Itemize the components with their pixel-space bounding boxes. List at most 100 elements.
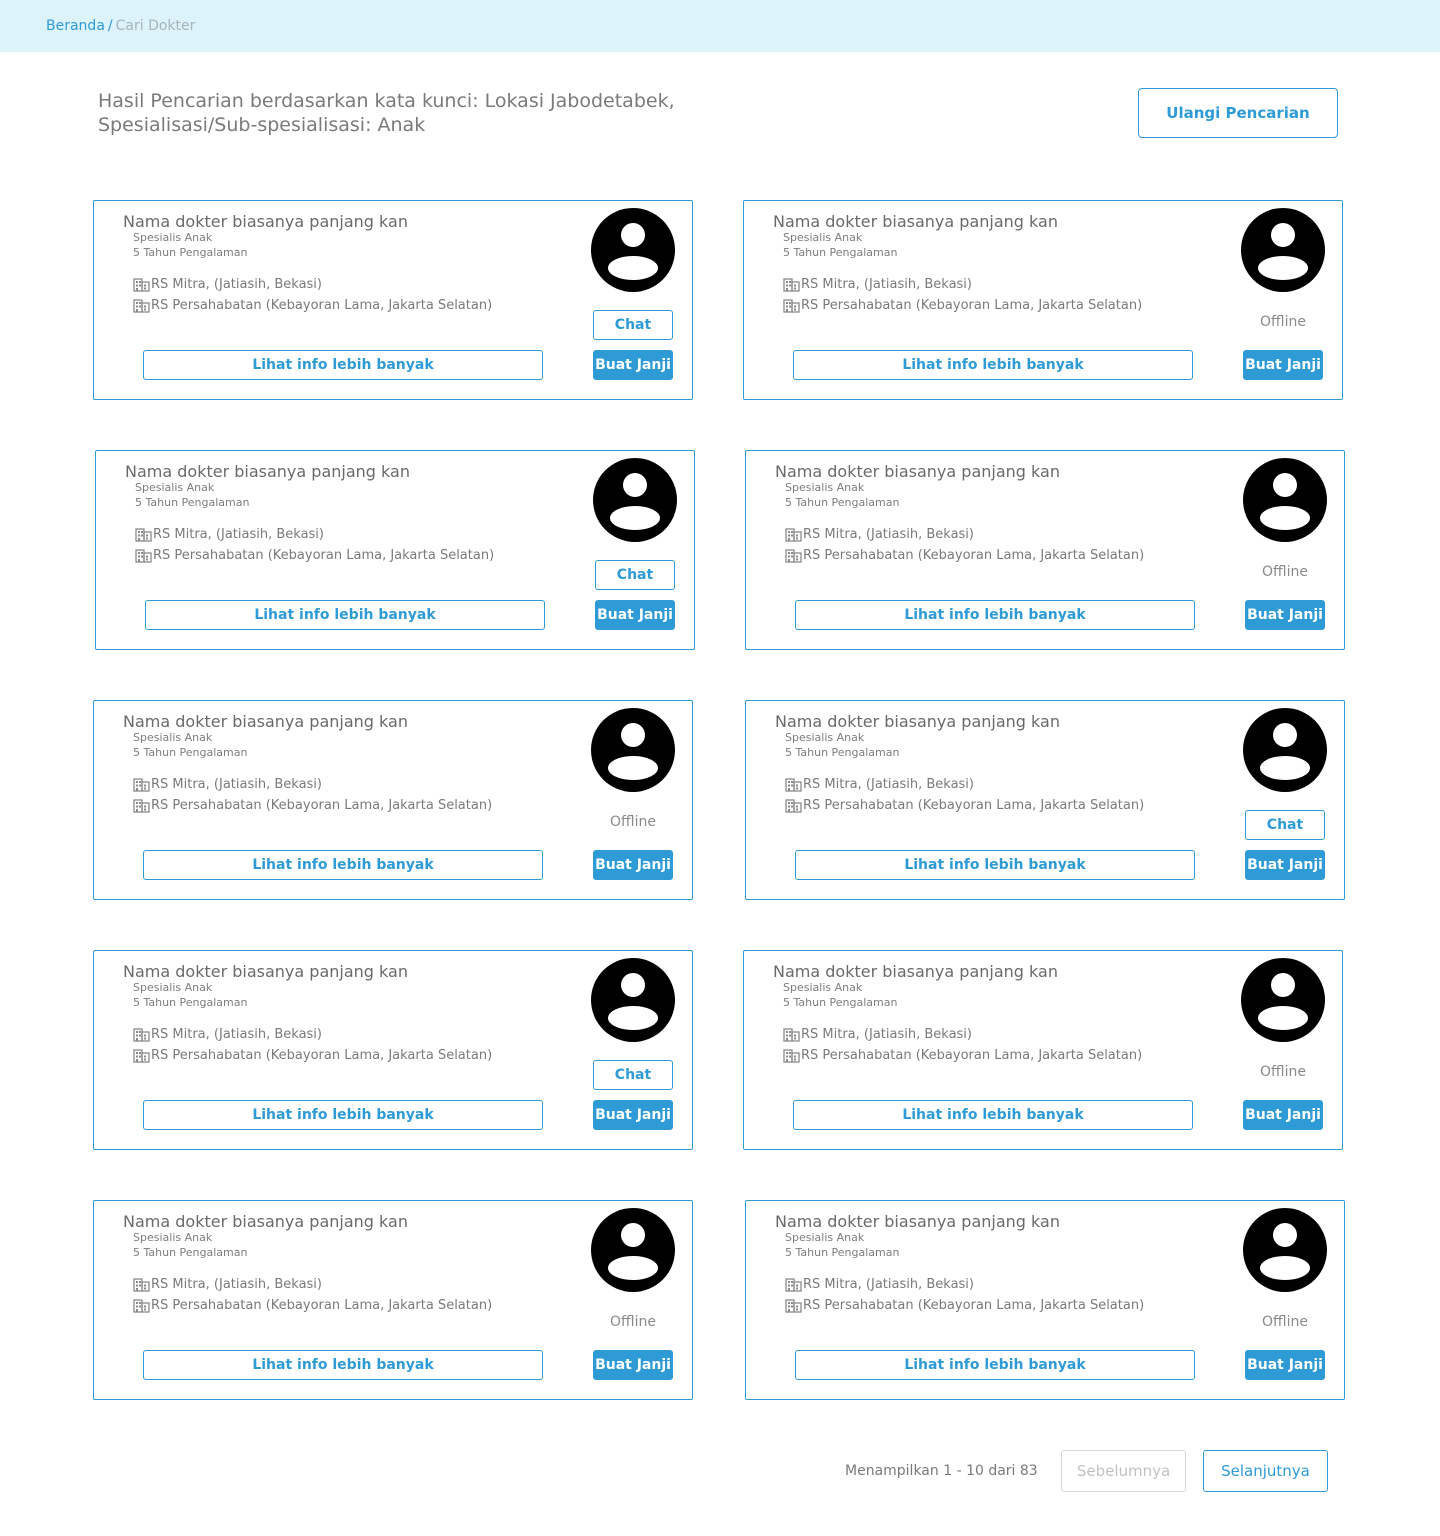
hospital-name: RS Mitra, (Jatiasih, Bekasi) — [803, 1277, 974, 1292]
offline-status: Offline — [610, 1314, 656, 1330]
hospital-item: RS Persahabatan (Kebayoran Lama, Jakarta… — [783, 1047, 1142, 1064]
building-icon — [783, 1027, 800, 1042]
account-circle-icon — [591, 208, 675, 292]
doctor-experience: 5 Tahun Pengalaman — [783, 996, 898, 1009]
building-icon — [133, 1298, 150, 1313]
hospital-name: RS Persahabatan (Kebayoran Lama, Jakarta… — [151, 1298, 493, 1313]
account-circle-icon — [1241, 208, 1325, 292]
chat-button[interactable]: Chat — [593, 1060, 673, 1090]
previous-page-button[interactable]: Sebelumnya — [1061, 1450, 1186, 1492]
retry-search-button[interactable]: Ulangi Pencarian — [1138, 88, 1338, 138]
building-icon — [785, 777, 802, 792]
account-circle-icon — [593, 458, 677, 542]
offline-status: Offline — [1262, 1314, 1308, 1330]
hospital-item: RS Mitra, (Jatiasih, Bekasi) — [133, 1026, 322, 1043]
more-info-button[interactable]: Lihat info lebih banyak — [795, 1350, 1195, 1380]
more-info-button[interactable]: Lihat info lebih banyak — [145, 600, 545, 630]
book-appointment-button[interactable]: Buat Janji — [1243, 1100, 1323, 1130]
offline-status: Offline — [1260, 314, 1306, 330]
hospital-name: RS Mitra, (Jatiasih, Bekasi) — [801, 277, 972, 292]
book-appointment-button[interactable]: Buat Janji — [1243, 350, 1323, 380]
doctor-specialty: Spesialis Anak — [133, 731, 213, 744]
doctor-name: Nama dokter biasanya panjang kan — [775, 1212, 1060, 1231]
next-page-button[interactable]: Selanjutnya — [1203, 1450, 1328, 1492]
hospital-item: RS Mitra, (Jatiasih, Bekasi) — [785, 1276, 974, 1293]
doctor-name: Nama dokter biasanya panjang kan — [773, 962, 1058, 981]
hospital-name: RS Mitra, (Jatiasih, Bekasi) — [801, 1027, 972, 1042]
offline-status: Offline — [1262, 564, 1308, 580]
doctor-specialty: Spesialis Anak — [133, 1231, 213, 1244]
account-circle-icon — [591, 708, 675, 792]
top-bar: Beranda / Cari Dokter — [0, 0, 1440, 52]
building-icon — [785, 527, 802, 542]
more-info-button[interactable]: Lihat info lebih banyak — [143, 850, 543, 880]
more-info-button[interactable]: Lihat info lebih banyak — [143, 1100, 543, 1130]
hospital-name: RS Persahabatan (Kebayoran Lama, Jakarta… — [803, 798, 1145, 813]
doctor-specialty: Spesialis Anak — [133, 981, 213, 994]
hospital-item: RS Persahabatan (Kebayoran Lama, Jakarta… — [133, 797, 492, 814]
more-info-button[interactable]: Lihat info lebih banyak — [793, 1100, 1193, 1130]
building-icon — [133, 798, 150, 813]
more-info-button[interactable]: Lihat info lebih banyak — [795, 850, 1195, 880]
search-result-heading: Hasil Pencarian berdasarkan kata kunci: … — [98, 89, 798, 137]
hospital-name: RS Mitra, (Jatiasih, Bekasi) — [151, 1277, 322, 1292]
book-appointment-button[interactable]: Buat Janji — [593, 350, 673, 380]
chat-button[interactable]: Chat — [593, 310, 673, 340]
hospital-item: RS Mitra, (Jatiasih, Bekasi) — [783, 276, 972, 293]
doctor-specialty: Spesialis Anak — [785, 1231, 865, 1244]
building-icon — [783, 1048, 800, 1063]
doctor-name: Nama dokter biasanya panjang kan — [123, 212, 408, 231]
hospital-name: RS Mitra, (Jatiasih, Bekasi) — [803, 527, 974, 542]
hospital-name: RS Persahabatan (Kebayoran Lama, Jakarta… — [151, 1048, 493, 1063]
account-circle-icon — [1241, 958, 1325, 1042]
breadcrumb-home-link[interactable]: Beranda — [46, 18, 105, 34]
doctor-specialty: Spesialis Anak — [783, 231, 863, 244]
building-icon — [783, 277, 800, 292]
hospital-name: RS Persahabatan (Kebayoran Lama, Jakarta… — [803, 548, 1145, 563]
doctor-card: Nama dokter biasanya panjang kan Spesiali… — [93, 200, 693, 400]
chat-button[interactable]: Chat — [595, 560, 675, 590]
hospital-item: RS Persahabatan (Kebayoran Lama, Jakarta… — [133, 297, 492, 314]
hospital-name: RS Persahabatan (Kebayoran Lama, Jakarta… — [803, 1298, 1145, 1313]
book-appointment-button[interactable]: Buat Janji — [593, 850, 673, 880]
account-circle-icon — [1243, 1208, 1327, 1292]
book-appointment-button[interactable]: Buat Janji — [595, 600, 675, 630]
more-info-button[interactable]: Lihat info lebih banyak — [795, 600, 1195, 630]
more-info-button[interactable]: Lihat info lebih banyak — [793, 350, 1193, 380]
hospital-item: RS Persahabatan (Kebayoran Lama, Jakarta… — [785, 547, 1144, 564]
doctor-name: Nama dokter biasanya panjang kan — [775, 712, 1060, 731]
building-icon — [135, 548, 152, 563]
chat-button[interactable]: Chat — [1245, 810, 1325, 840]
doctor-card: Nama dokter biasanya panjang kan Spesiali… — [745, 700, 1345, 900]
more-info-button[interactable]: Lihat info lebih banyak — [143, 1350, 543, 1380]
hospital-item: RS Mitra, (Jatiasih, Bekasi) — [133, 1276, 322, 1293]
book-appointment-button[interactable]: Buat Janji — [1245, 850, 1325, 880]
building-icon — [783, 298, 800, 313]
hospital-name: RS Persahabatan (Kebayoran Lama, Jakarta… — [153, 548, 495, 563]
building-icon — [133, 1027, 150, 1042]
doctor-card: Nama dokter biasanya panjang kan Spesiali… — [745, 450, 1345, 650]
doctor-experience: 5 Tahun Pengalaman — [133, 246, 248, 259]
building-icon — [133, 777, 150, 792]
building-icon — [785, 548, 802, 563]
doctor-name: Nama dokter biasanya panjang kan — [125, 462, 410, 481]
book-appointment-button[interactable]: Buat Janji — [593, 1350, 673, 1380]
hospital-name: RS Mitra, (Jatiasih, Bekasi) — [151, 277, 322, 292]
book-appointment-button[interactable]: Buat Janji — [1245, 600, 1325, 630]
doctor-card: Nama dokter biasanya panjang kan Spesiali… — [745, 1200, 1345, 1400]
more-info-button[interactable]: Lihat info lebih banyak — [143, 350, 543, 380]
book-appointment-button[interactable]: Buat Janji — [593, 1100, 673, 1130]
offline-status: Offline — [1260, 1064, 1306, 1080]
doctor-name: Nama dokter biasanya panjang kan — [775, 462, 1060, 481]
hospital-name: RS Mitra, (Jatiasih, Bekasi) — [151, 777, 322, 792]
building-icon — [785, 1277, 802, 1292]
building-icon — [135, 527, 152, 542]
hospital-item: RS Persahabatan (Kebayoran Lama, Jakarta… — [785, 1297, 1144, 1314]
pagination-info: Menampilkan 1 - 10 dari 83 — [845, 1463, 1038, 1479]
doctor-name: Nama dokter biasanya panjang kan — [123, 1212, 408, 1231]
hospital-item: RS Mitra, (Jatiasih, Bekasi) — [785, 776, 974, 793]
doctor-experience: 5 Tahun Pengalaman — [133, 746, 248, 759]
hospital-name: RS Persahabatan (Kebayoran Lama, Jakarta… — [151, 798, 493, 813]
breadcrumb-current: Cari Dokter — [115, 18, 196, 34]
book-appointment-button[interactable]: Buat Janji — [1245, 1350, 1325, 1380]
